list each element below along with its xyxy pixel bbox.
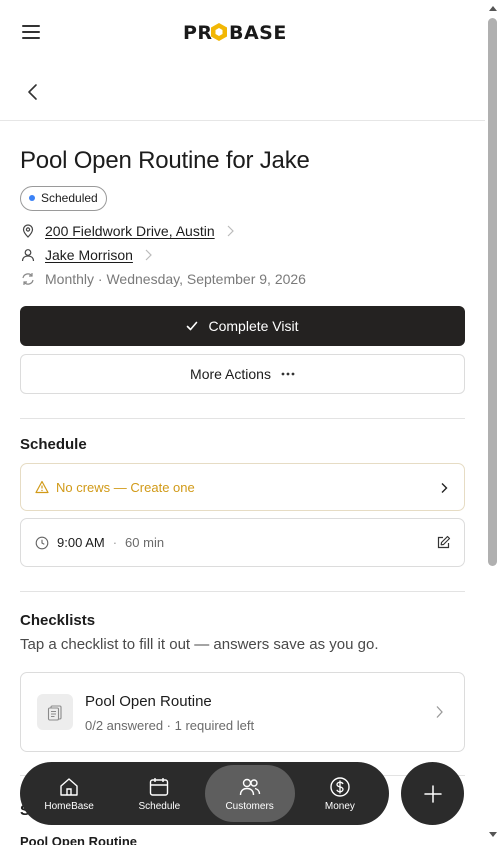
dollar-icon: [330, 776, 350, 797]
scroll-up-arrow[interactable]: [489, 6, 497, 11]
separator: ·: [112, 535, 118, 550]
next-section-item: Pool Open Routine: [20, 834, 137, 845]
more-actions-label: More Actions: [190, 366, 271, 382]
hamburger-icon[interactable]: [22, 22, 42, 42]
checklist-name: Pool Open Routine: [85, 693, 212, 710]
divider: [20, 418, 465, 419]
chevron-left-icon[interactable]: [24, 83, 42, 101]
repeat-icon: [22, 273, 34, 285]
chevron-right-icon: [227, 225, 234, 237]
probase-logo-mark: PR BASE: [183, 22, 287, 43]
more-dots-icon: [281, 372, 295, 376]
svg-text:BASE: BASE: [229, 22, 287, 43]
check-icon: [187, 321, 198, 331]
nav-homebase-label: HomeBase: [44, 800, 94, 812]
subheader: [0, 64, 485, 121]
edit-icon[interactable]: [436, 535, 451, 550]
plus-icon: [423, 784, 442, 803]
svg-text:PR: PR: [183, 22, 213, 43]
nav-schedule[interactable]: Schedule: [114, 765, 204, 822]
nav-customers[interactable]: Customers: [204, 765, 295, 822]
checklist-item[interactable]: Pool Open Routine 0/2 answered · 1 requi…: [20, 672, 465, 752]
add-button[interactable]: [401, 762, 464, 825]
complete-visit-button[interactable]: Complete Visit: [20, 306, 465, 346]
nav-money-label: Money: [324, 800, 355, 812]
home-icon: [60, 777, 78, 796]
status-badge: Scheduled: [20, 186, 107, 211]
address-link[interactable]: 200 Fieldwork Drive, Austin: [45, 223, 215, 239]
map-pin-icon: [22, 224, 34, 238]
customer-row[interactable]: Jake Morrison: [20, 245, 163, 265]
nav-customers-label: Customers: [225, 800, 274, 812]
schedule-heading: Schedule: [20, 436, 87, 453]
divider: [20, 591, 465, 592]
recurrence-text: Monthly · Wednesday, September 9, 2026: [45, 271, 306, 287]
crew-warning-text: No crews — Create one: [56, 479, 195, 495]
scroll-down-arrow[interactable]: [489, 832, 497, 837]
complete-visit-label: Complete Visit: [208, 318, 299, 334]
nav-money[interactable]: Money: [295, 765, 385, 822]
nav-schedule-label: Schedule: [138, 800, 181, 812]
recurrence-row: Monthly · Wednesday, September 9, 2026: [20, 269, 306, 289]
address-row[interactable]: 200 Fieldwork Drive, Austin: [20, 221, 245, 241]
crew-warning-card[interactable]: No crews — Create one: [20, 463, 465, 511]
more-actions-button[interactable]: More Actions: [20, 354, 465, 394]
scrollbar-thumb[interactable]: [488, 18, 497, 566]
chevron-right-icon: [436, 706, 443, 718]
visit-duration: 60 min: [125, 535, 165, 550]
customer-link[interactable]: Jake Morrison: [45, 247, 133, 263]
chevron-right-icon: [441, 483, 448, 493]
user-icon: [21, 249, 35, 262]
probase-logo[interactable]: PR BASE: [183, 21, 303, 43]
calendar-icon: [150, 777, 169, 796]
visit-time: 9:00 AM: [57, 535, 105, 550]
chevron-right-icon: [145, 249, 152, 261]
users-icon: [239, 778, 260, 795]
checklist-status: 0/2 answered · 1 required left: [85, 718, 255, 733]
bottom-nav: HomeBase Schedule Customers Money: [20, 762, 389, 825]
warning-icon: [35, 480, 49, 494]
time-card: 9:00 AM · 60 min: [20, 518, 465, 567]
page-title: Pool Open Routine for Jake: [20, 147, 310, 174]
nav-homebase[interactable]: HomeBase: [24, 765, 114, 822]
checklists-heading: Checklists: [20, 612, 96, 629]
checklists-subtitle: Tap a checklist to fill it out — answers…: [20, 636, 379, 653]
app-header: PR BASE: [0, 0, 485, 64]
clipboard-icon: [37, 694, 73, 730]
clock-icon: [35, 536, 49, 549]
